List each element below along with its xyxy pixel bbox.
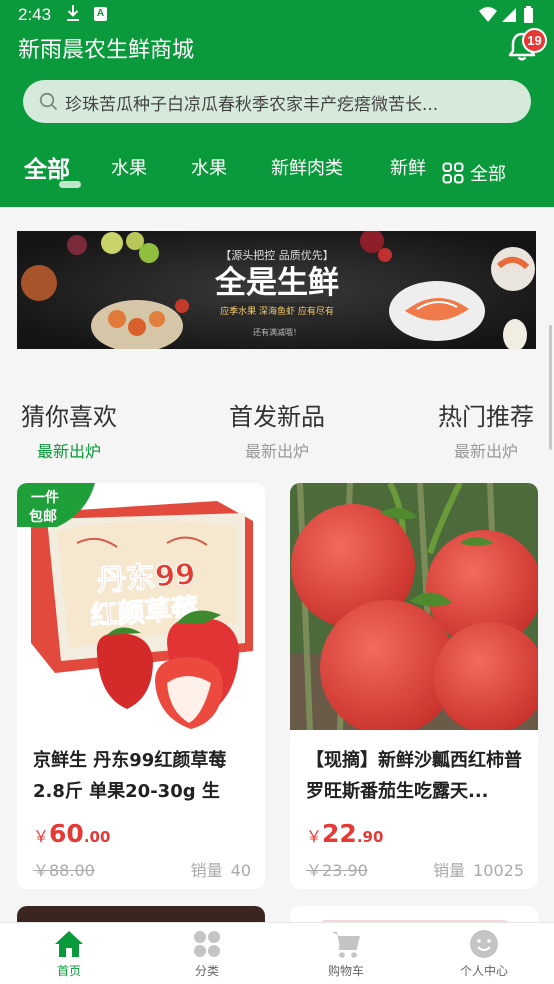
section-subtitle: 最新出炉: [244, 442, 309, 461]
main-content: 【源头把控 品质优先】 全是生鲜 应季水果 深海鱼虾 应有尽有 还有满减哦！ 猜…: [0, 207, 554, 922]
notification-badge: 19: [522, 28, 547, 53]
keyboard-icon: A: [94, 7, 107, 21]
product-card[interactable]: 【现摘】新鲜沙瓤西红柿普罗旺斯番茄生吃露天... ￥22.90 ￥23.90 销…: [290, 483, 538, 889]
product-name: 【现摘】新鲜沙瓤西红柿普罗旺斯番茄生吃露天...: [306, 750, 522, 802]
product-image: 丹东99 红颜草莓 一件 包邮: [17, 483, 265, 730]
section-title: 猜你喜欢: [21, 403, 117, 431]
app-title: 新雨晨农生鲜商城: [18, 38, 195, 63]
tab-label: 新鲜肉类: [271, 158, 343, 179]
product-image: [290, 483, 538, 736]
tab-all[interactable]: 全部: [24, 150, 81, 188]
product-price: ￥60.00: [33, 819, 110, 848]
section-new-arrivals[interactable]: 首发新品 最新出炉: [225, 397, 329, 462]
tab-label: 水果: [111, 158, 147, 179]
status-bar: 2:43 A: [0, 0, 554, 30]
download-icon: [66, 5, 80, 26]
tab-label: 个人中心: [459, 964, 508, 978]
section-title: 首发新品: [229, 403, 325, 431]
profile-icon: [469, 929, 499, 963]
original-price: ￥23.90: [306, 861, 368, 880]
all-categories-label: 全部: [470, 164, 506, 185]
tab-label: 首页: [56, 964, 81, 978]
banner-footer: 还有满减哦！: [253, 327, 301, 337]
tab-profile[interactable]: 个人中心: [429, 923, 539, 984]
tab-fruit-2[interactable]: 水果: [191, 154, 227, 180]
section-subtitle: 最新出炉: [453, 442, 518, 461]
sales-count: 销量 10025: [433, 857, 524, 881]
category-icon: [192, 929, 222, 963]
search-bar[interactable]: 珍珠苦瓜种子白凉瓜春秋季农家丰产疙瘩微苦长...: [23, 80, 531, 123]
banner-headline: 全是生鲜: [214, 265, 339, 301]
box-text-line1: 丹东99: [96, 557, 196, 598]
sales-count: 销量 40: [191, 857, 251, 881]
signal-icon: [502, 8, 516, 22]
original-price: ￥88.00: [33, 861, 95, 880]
status-time: 2:43: [18, 5, 52, 24]
section-title: 热门推荐: [438, 403, 534, 431]
product-name: 京鲜生 丹东99红颜草莓 2.8斤 单果20-30g 生鲜...: [33, 750, 227, 802]
price-decimal: .90: [356, 828, 384, 846]
badge-line1: 一件: [31, 489, 59, 506]
tab-label: 分类: [194, 964, 219, 978]
promo-banner[interactable]: 【源头把控 品质优先】 全是生鲜 应季水果 深海鱼虾 应有尽有 还有满减哦！: [17, 231, 536, 349]
bottom-tab-bar: 首页 分类 购物车 个人中心: [0, 922, 554, 984]
sales-value: 10025: [473, 861, 524, 880]
tab-active-indicator: [59, 181, 81, 188]
status-icons: [478, 6, 540, 28]
scrollbar[interactable]: [549, 325, 552, 450]
sales-value: 40: [230, 861, 251, 880]
product-card[interactable]: 丹东99 红颜草莓 一件 包邮 京鲜生 丹东99红颜草莓 2.8斤 单果20-3…: [17, 483, 265, 889]
tab-fruit[interactable]: 水果: [111, 154, 147, 180]
price-symbol: ￥: [33, 827, 50, 846]
tab-cart[interactable]: 购物车: [291, 923, 401, 984]
section-hot-picks[interactable]: 热门推荐 最新出炉: [434, 397, 538, 462]
price-decimal: .00: [83, 828, 111, 846]
banner-tags: 应季水果 深海鱼虾 应有尽有: [220, 305, 334, 317]
tab-label: 水果: [191, 158, 227, 179]
search-icon: [39, 92, 58, 115]
header: 2:43 A 新雨晨农生鲜商城 19 珍珠苦瓜种子白凉瓜春秋季农家丰产疙瘩微苦长…: [0, 0, 554, 207]
price-integer: 60: [49, 819, 84, 848]
home-icon: [54, 929, 84, 963]
price-symbol: ￥: [306, 827, 323, 846]
price-integer: 22: [322, 819, 357, 848]
tab-label: 新鲜: [390, 158, 426, 179]
cart-icon: [331, 929, 361, 963]
tab-fresh-meat[interactable]: 新鲜肉类: [271, 154, 343, 180]
banner-top-text: 【源头把控 品质优先】: [220, 248, 334, 262]
grid-icon: [442, 162, 464, 189]
product-image: [17, 906, 265, 922]
tab-fresh[interactable]: 新鲜: [390, 154, 426, 180]
product-price: ￥22.90: [306, 819, 383, 848]
badge-line2: 包邮: [29, 508, 57, 525]
product-card-partial[interactable]: [290, 906, 538, 922]
wifi-icon: [479, 7, 497, 22]
tab-category[interactable]: 分类: [152, 923, 262, 984]
tab-home[interactable]: 首页: [14, 923, 124, 984]
battery-icon: [524, 8, 533, 23]
tab-label: 全部: [24, 157, 70, 183]
product-card-partial[interactable]: [17, 906, 265, 922]
section-subtitle: 最新出炉: [36, 442, 101, 461]
tab-label: 购物车: [327, 964, 364, 978]
section-guess-you-like[interactable]: 猜你喜欢 最新出炉: [17, 397, 121, 462]
sales-label: 销量: [433, 861, 466, 880]
search-input[interactable]: 珍珠苦瓜种子白凉瓜春秋季农家丰产疙瘩微苦长...: [65, 90, 505, 115]
sales-label: 销量: [190, 861, 223, 880]
